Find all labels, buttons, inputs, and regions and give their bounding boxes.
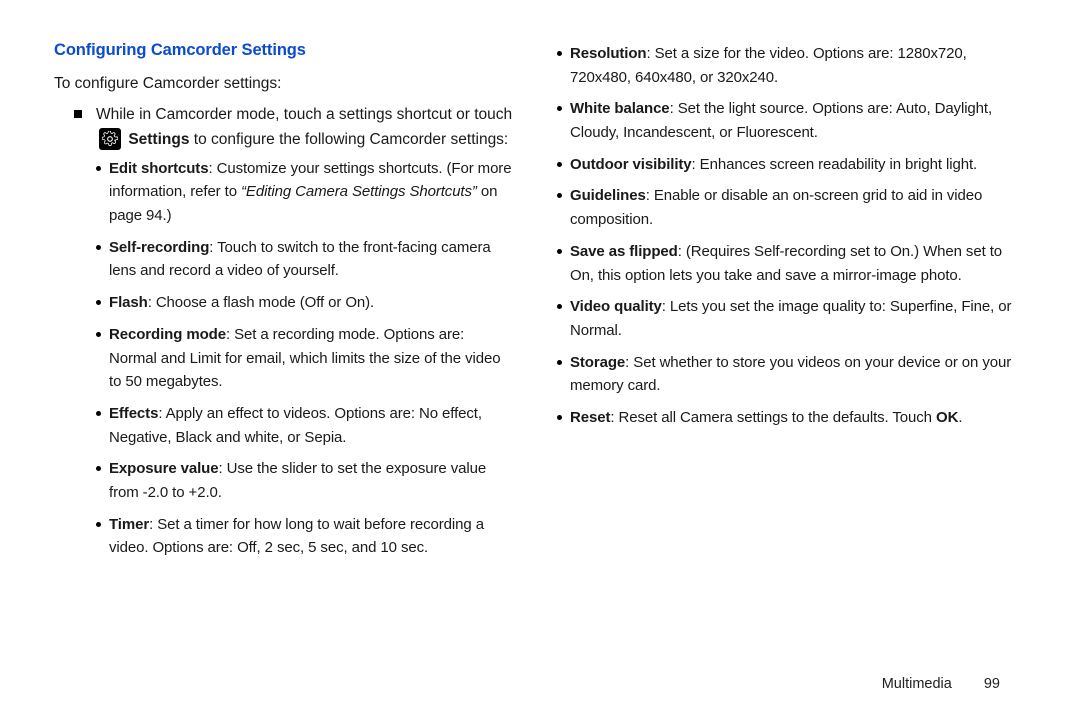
setting-title: Recording mode	[109, 326, 226, 343]
setting-item: Outdoor visibility: Enhances screen read…	[557, 153, 1016, 177]
setting-item: Edit shortcuts: Customize your settings …	[96, 157, 513, 228]
bullet-icon	[96, 411, 101, 416]
setting-title: Video quality	[570, 298, 662, 315]
setting-text: White balance: Set the light source. Opt…	[570, 97, 1016, 144]
setting-title: Flash	[109, 294, 148, 311]
setting-text: Outdoor visibility: Enhances screen read…	[570, 153, 977, 177]
setting-title: Timer	[109, 516, 149, 533]
setting-text: Video quality: Lets you set the image qu…	[570, 295, 1016, 342]
setting-title: Storage	[570, 354, 625, 371]
bullet-icon	[557, 51, 562, 56]
intro-text: To configure Camcorder settings:	[54, 72, 513, 96]
setting-item: White balance: Set the light source. Opt…	[557, 97, 1016, 144]
right-column: Resolution: Set a size for the video. Op…	[557, 38, 1016, 568]
setting-desc: : Choose a flash mode (Off or On).	[148, 294, 374, 311]
footer-section: Multimedia	[882, 676, 952, 692]
page-footer: Multimedia 99	[882, 676, 1000, 692]
setting-title: Outdoor visibility	[570, 156, 692, 173]
square-bullet-icon	[74, 110, 82, 118]
left-setting-list: Edit shortcuts: Customize your settings …	[96, 157, 513, 560]
setting-item: Recording mode: Set a recording mode. Op…	[96, 323, 513, 394]
bullet-icon	[557, 360, 562, 365]
bullet-icon	[557, 106, 562, 111]
setting-title: Effects	[109, 405, 158, 422]
setting-text: Flash: Choose a flash mode (Off or On).	[109, 291, 374, 315]
step-text: While in Camcorder mode, touch a setting…	[96, 102, 513, 153]
setting-desc: : Apply an effect to videos. Options are…	[109, 405, 482, 446]
setting-item: Flash: Choose a flash mode (Off or On).	[96, 291, 513, 315]
setting-desc-ital: “Editing Camera Settings Shortcuts”	[241, 183, 477, 200]
setting-item: Timer: Set a timer for how long to wait …	[96, 513, 513, 560]
section-heading: Configuring Camcorder Settings	[54, 38, 513, 64]
bullet-icon	[96, 300, 101, 305]
setting-text: Recording mode: Set a recording mode. Op…	[109, 323, 513, 394]
bullet-icon	[557, 415, 562, 420]
bullet-icon	[96, 166, 101, 171]
setting-item: Save as flipped: (Requires Self-recordin…	[557, 240, 1016, 287]
footer-page-number: 99	[984, 676, 1000, 692]
setting-item: Exposure value: Use the slider to set th…	[96, 457, 513, 504]
setting-text: Reset: Reset all Camera settings to the …	[570, 406, 962, 430]
setting-title: Save as flipped	[570, 243, 678, 260]
step-item: While in Camcorder mode, touch a setting…	[74, 102, 513, 153]
setting-text: Save as flipped: (Requires Self-recordin…	[570, 240, 1016, 287]
setting-text: Exposure value: Use the slider to set th…	[109, 457, 513, 504]
bullet-icon	[557, 304, 562, 309]
setting-desc: : Set whether to store you videos on you…	[570, 354, 1011, 395]
setting-desc: : Enhances screen readability in bright …	[692, 156, 978, 173]
gear-icon	[99, 128, 121, 150]
setting-title: Guidelines	[570, 187, 646, 204]
step-settings-bold: Settings	[128, 131, 189, 148]
setting-item: Self-recording: Touch to switch to the f…	[96, 236, 513, 283]
setting-item: Effects: Apply an effect to videos. Opti…	[96, 402, 513, 449]
setting-text: Effects: Apply an effect to videos. Opti…	[109, 402, 513, 449]
setting-item: Storage: Set whether to store you videos…	[557, 351, 1016, 398]
setting-title: Self-recording	[109, 239, 209, 256]
setting-text: Edit shortcuts: Customize your settings …	[109, 157, 513, 228]
bullet-icon	[557, 249, 562, 254]
setting-tail-post: .	[958, 409, 962, 426]
step-part-b: to configure the following Camcorder set…	[189, 131, 508, 148]
bullet-icon	[557, 162, 562, 167]
setting-tail-bold: OK	[936, 409, 958, 426]
setting-title: Reset	[570, 409, 610, 426]
setting-desc: : Reset all Camera settings to the defau…	[610, 409, 936, 426]
left-column: Configuring Camcorder Settings To config…	[54, 38, 513, 568]
setting-text: Guidelines: Enable or disable an on-scre…	[570, 184, 1016, 231]
setting-desc: : Set a timer for how long to wait befor…	[109, 516, 484, 557]
setting-title: Exposure value	[109, 460, 218, 477]
setting-title: White balance	[570, 100, 670, 117]
setting-text: Timer: Set a timer for how long to wait …	[109, 513, 513, 560]
bullet-icon	[96, 245, 101, 250]
setting-item: Video quality: Lets you set the image qu…	[557, 295, 1016, 342]
bullet-icon	[96, 466, 101, 471]
bullet-icon	[96, 332, 101, 337]
bullet-icon	[96, 522, 101, 527]
setting-title: Resolution	[570, 45, 647, 62]
bullet-icon	[557, 193, 562, 198]
setting-item: Guidelines: Enable or disable an on-scre…	[557, 184, 1016, 231]
setting-item: Resolution: Set a size for the video. Op…	[557, 42, 1016, 89]
right-setting-list: Resolution: Set a size for the video. Op…	[557, 42, 1016, 430]
setting-item: Reset: Reset all Camera settings to the …	[557, 406, 1016, 430]
setting-text: Resolution: Set a size for the video. Op…	[570, 42, 1016, 89]
step-part-a: While in Camcorder mode, touch a setting…	[96, 106, 512, 123]
setting-text: Storage: Set whether to store you videos…	[570, 351, 1016, 398]
setting-text: Self-recording: Touch to switch to the f…	[109, 236, 513, 283]
setting-title: Edit shortcuts	[109, 160, 208, 177]
